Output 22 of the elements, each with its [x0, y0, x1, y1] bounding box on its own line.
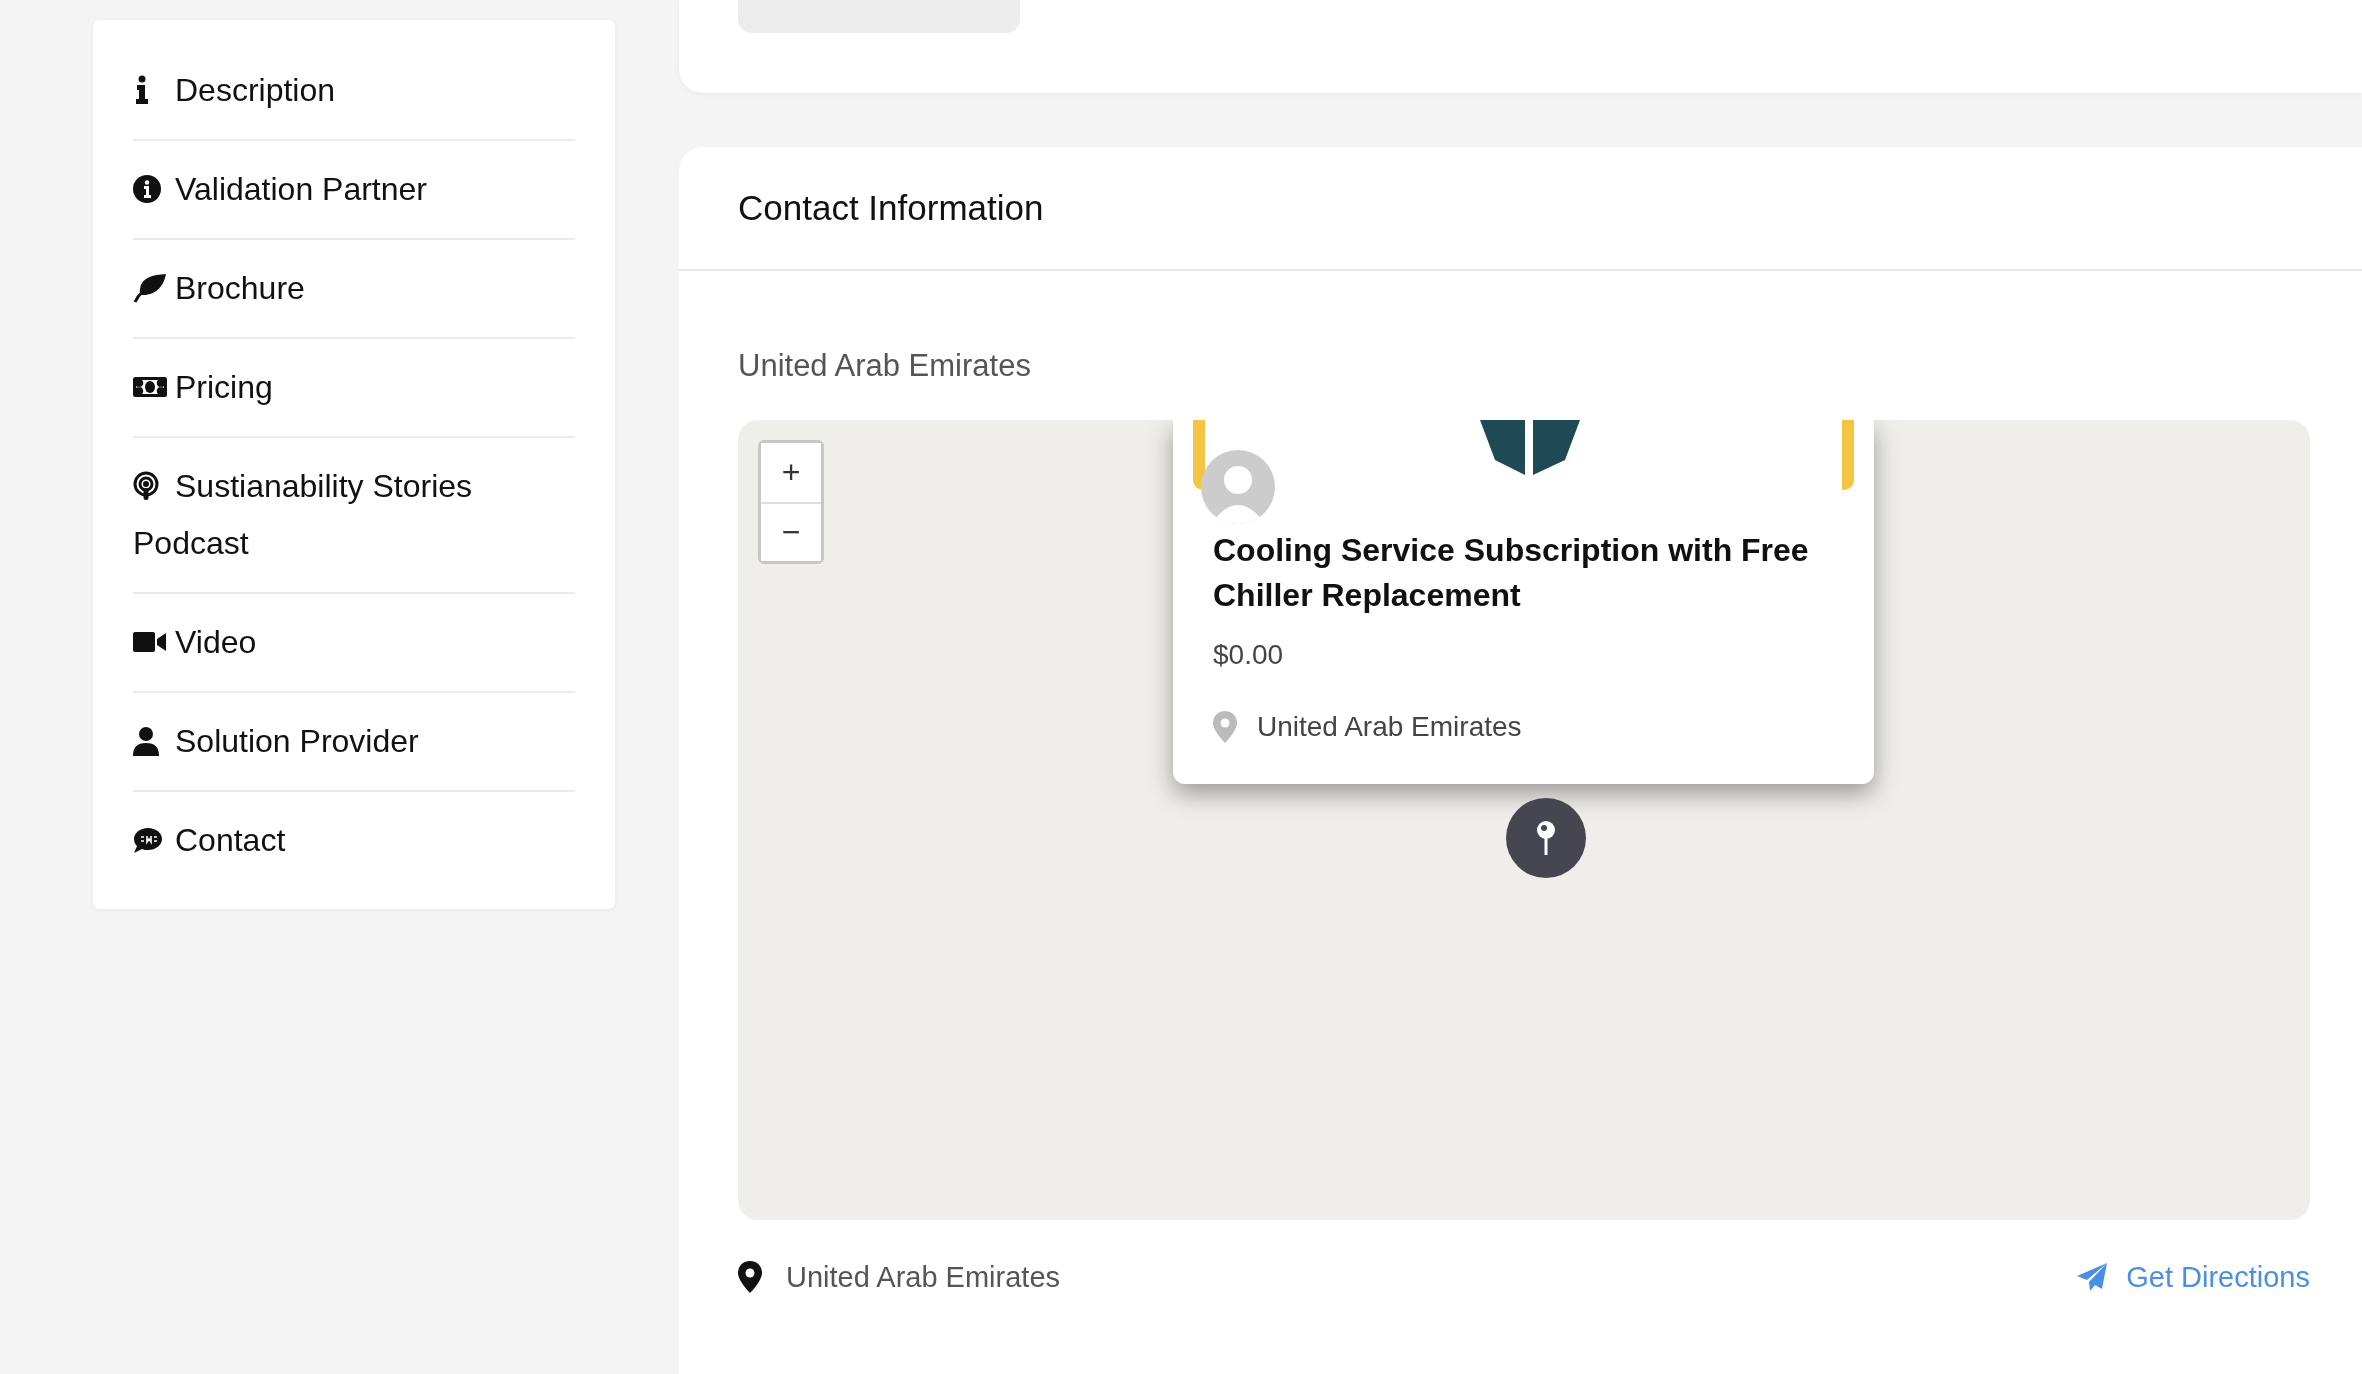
price-text: $0.00 [1212, 637, 1285, 672]
location-pin-icon [1213, 710, 1237, 743]
pin-icon [1536, 819, 1556, 856]
sidebar-link[interactable]: Description [133, 42, 575, 141]
address-text: United Arab Emirates [786, 1259, 1060, 1295]
country-text: United Arab Emirates [737, 347, 1032, 385]
info-icon [135, 75, 149, 105]
location-text: United Arab Emirates [1257, 709, 1522, 744]
sidebar-link[interactable]: Video [133, 594, 575, 693]
sidebar-link[interactable]: Contact [133, 792, 575, 889]
zoom-out-button[interactable]: − [761, 501, 821, 561]
sidebar-link[interactable]: Brochure [133, 240, 575, 339]
paper-plane-icon [2076, 1262, 2109, 1293]
map[interactable]: + − Cooling Service Subscription with Free Chiller Replacement $0.00 United Arab Emirates [738, 419, 2310, 1220]
sidebar-link[interactable]: Sustianability Stories Podcast [133, 438, 575, 594]
location-pin-icon [738, 1261, 762, 1294]
sidebar-link[interactable]: Validation Partner [133, 141, 575, 240]
sidebar-link[interactable]: Solution Provider [133, 693, 575, 792]
sidebar-link[interactable]: Pricing [133, 339, 575, 438]
popup-title: Cooling Service Subscription with Free Chiller Replacement [1212, 530, 1810, 615]
leaf-icon [133, 273, 167, 303]
section-title: Contact Information [679, 147, 2362, 271]
